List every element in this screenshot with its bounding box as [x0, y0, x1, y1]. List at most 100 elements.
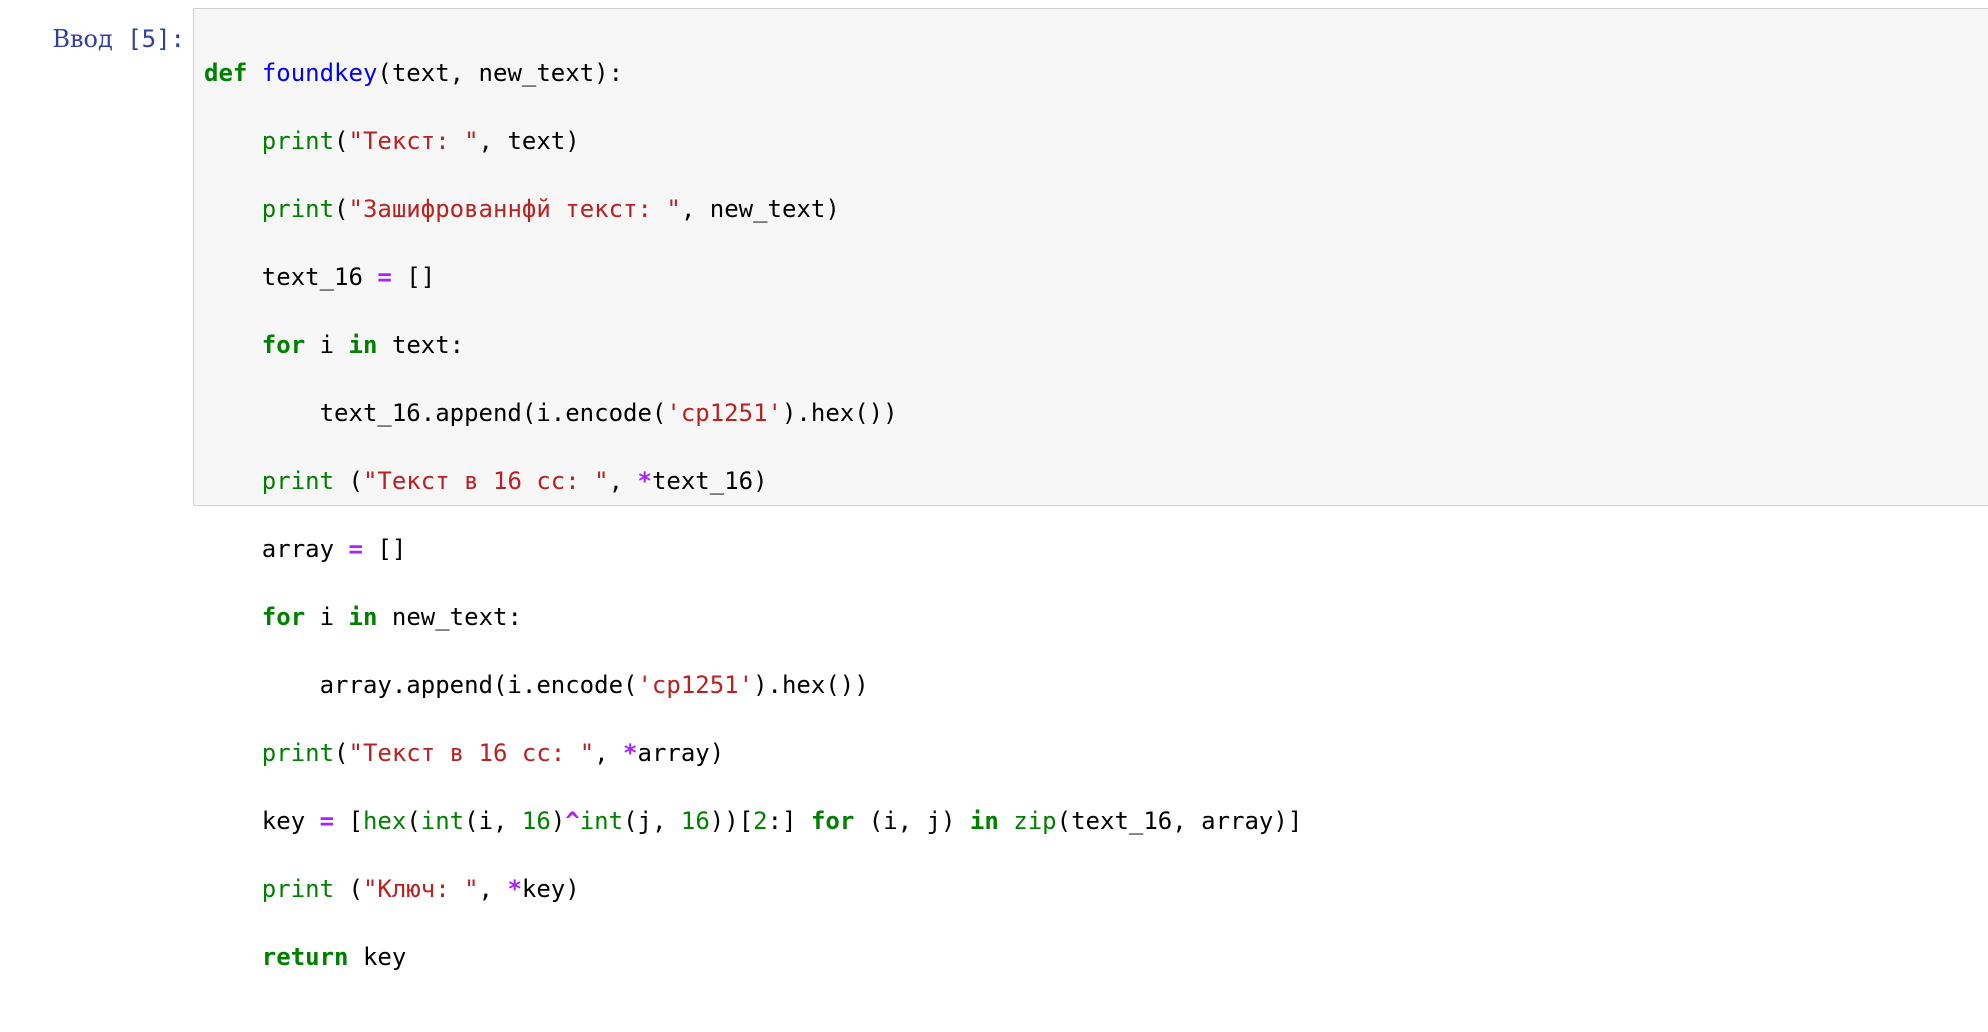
operator: =	[348, 535, 363, 563]
operator: =	[319, 807, 335, 835]
code-line-3: print("Зашифрованнфй текст: ", new_text)	[204, 192, 1302, 226]
code-line-4: text_16 = []	[204, 260, 1302, 294]
code-token: i	[305, 331, 349, 359]
input-prompt-number: [5]:	[112, 25, 185, 53]
code-token: key)	[521, 875, 580, 903]
code-token: ).hex())	[781, 399, 898, 427]
code-line-13: print ("Ключ: ", *key)	[204, 872, 1302, 906]
code-token: ,	[594, 739, 624, 767]
code-line-6: text_16.append(i.encode('cp1251').hex())	[204, 396, 1302, 430]
builtin-hex: hex	[362, 807, 407, 835]
code-token: (	[334, 467, 363, 495]
code-line-8: array = []	[204, 532, 1302, 566]
code-line-11: print("Текст в 16 сс: ", *array)	[204, 736, 1302, 770]
builtin-print: print	[261, 739, 335, 767]
operator: *	[637, 467, 652, 495]
string-literal: "Текст в 16 сс: "	[348, 739, 595, 767]
code-token: ,	[478, 875, 508, 903]
operator: *	[507, 875, 522, 903]
code-editor[interactable]: def foundkey(text, new_text): print("Тек…	[193, 8, 1988, 971]
string-literal: 'cp1251'	[666, 399, 782, 427]
keyword-in: in	[348, 331, 378, 359]
keyword-in: in	[969, 807, 999, 835]
code-token: (	[334, 739, 349, 767]
builtin-int: int	[579, 807, 624, 835]
builtin-print: print	[261, 875, 335, 903]
code-token: :]	[767, 807, 811, 835]
code-token: []	[362, 535, 407, 563]
number-literal: 16	[521, 807, 551, 835]
function-name: foundkey	[261, 59, 378, 87]
code-token: text_16	[261, 263, 378, 291]
number-literal: 2	[753, 807, 768, 835]
code-token: [	[334, 807, 363, 835]
code-token: )	[550, 807, 566, 835]
code-token: ).hex())	[753, 671, 869, 699]
string-literal: "Зашифрованнфй текст: "	[348, 195, 681, 223]
notebook-code-cell: Ввод [5]: def foundkey(text, new_text): …	[0, 0, 1988, 971]
keyword-in: in	[348, 603, 378, 631]
keyword-for: for	[261, 331, 306, 359]
code-token: array	[261, 535, 349, 563]
code-token: i	[305, 603, 349, 631]
function-params: (text, new_text):	[377, 59, 624, 87]
code-token: (i,	[464, 807, 522, 835]
builtin-print: print	[261, 467, 335, 495]
code-token: (j,	[623, 807, 681, 835]
builtin-zip: zip	[1013, 807, 1057, 835]
code-token: (text_16, array)]	[1056, 807, 1303, 835]
string-literal: "Текст в 16 сс: "	[362, 467, 609, 495]
keyword-def: def	[204, 59, 248, 87]
code-text[interactable]: def foundkey(text, new_text): print("Тек…	[204, 22, 1302, 1032]
code-token: ))[	[709, 807, 754, 835]
code-token: new_text:	[377, 603, 522, 631]
code-line-14: return key	[204, 940, 1302, 974]
code-line-7: print ("Текст в 16 сс: ", *text_16)	[204, 464, 1302, 498]
code-line-5: for i in text:	[204, 328, 1302, 362]
string-literal: "Ключ: "	[362, 875, 479, 903]
code-token: key	[348, 943, 407, 971]
code-token: (	[334, 127, 349, 155]
number-literal: 16	[680, 807, 710, 835]
builtin-int: int	[420, 807, 465, 835]
code-token: key	[261, 807, 320, 835]
code-token: text:	[377, 331, 465, 359]
operator: =	[377, 263, 392, 291]
input-prompt-label: Ввод	[52, 25, 113, 53]
builtin-print: print	[261, 127, 335, 155]
string-literal: "Текст: "	[348, 127, 479, 155]
code-line-10: array.append(i.encode('cp1251').hex())	[204, 668, 1302, 702]
operator: *	[623, 739, 638, 767]
code-line-1: def foundkey(text, new_text):	[204, 56, 1302, 90]
code-token: , new_text)	[680, 195, 840, 223]
code-token: array.append(i.encode(	[319, 671, 638, 699]
code-line-9: for i in new_text:	[204, 600, 1302, 634]
keyword-return: return	[261, 943, 349, 971]
input-prompt: Ввод [5]:	[0, 22, 185, 56]
code-token: (i, j)	[854, 807, 970, 835]
code-token: text_16)	[651, 467, 768, 495]
keyword-for: for	[810, 807, 855, 835]
code-token: (	[334, 875, 363, 903]
string-literal: 'cp1251'	[637, 671, 754, 699]
builtin-print: print	[261, 195, 335, 223]
code-line-12: key = [hex(int(i, 16)^int(j, 16))[2:] fo…	[204, 804, 1302, 838]
code-token: , text)	[478, 127, 580, 155]
keyword-for: for	[261, 603, 306, 631]
code-token: text_16.append(i.encode(	[319, 399, 667, 427]
operator: ^	[565, 807, 580, 835]
code-token: (	[334, 195, 349, 223]
code-token: ,	[608, 467, 638, 495]
